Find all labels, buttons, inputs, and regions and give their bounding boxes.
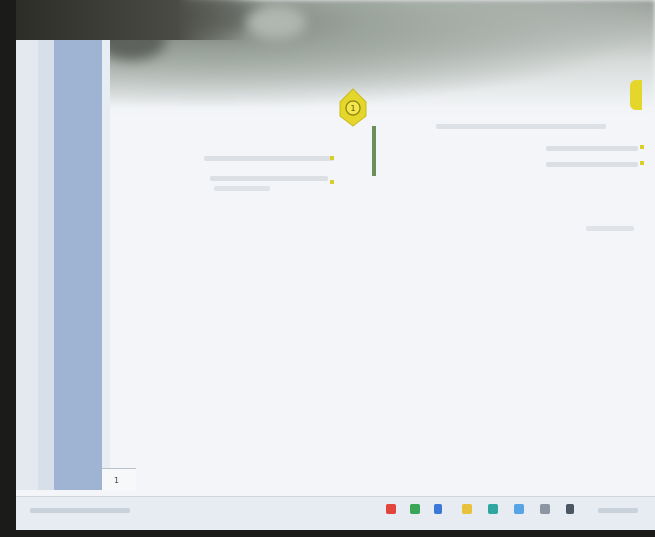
bullet-icon [640, 145, 644, 149]
pin-stem [372, 126, 376, 176]
monitor-bottom-bezel [0, 530, 655, 537]
left-block-heading [300, 122, 340, 130]
banner-blur-shape [246, 5, 306, 40]
bullet-icon [330, 156, 334, 160]
taskbar-left-tray[interactable] [30, 508, 130, 513]
app-teal-icon[interactable] [488, 504, 498, 514]
monitor-stand-shadow [16, 0, 246, 40]
right-block-bullet-2 [546, 162, 638, 167]
app-ribbon-edge [16, 40, 38, 490]
app-dark-icon[interactable] [566, 504, 574, 514]
map-pin-right-icon [630, 80, 642, 110]
bullet-icon [640, 161, 644, 165]
right-block-bullet-1 [546, 146, 638, 151]
taskbar [16, 496, 655, 531]
left-block-bullet-2-cont [214, 186, 270, 191]
map-pin-icon: 1 [339, 88, 367, 127]
left-block-bullet-1 [204, 156, 334, 161]
system-tray[interactable] [598, 508, 638, 513]
bullet-icon [330, 180, 334, 184]
pin-number: 1 [350, 104, 355, 113]
app-left-pane [38, 40, 54, 490]
right-block-note [586, 226, 634, 231]
app-yellow-icon[interactable] [462, 504, 472, 514]
app-gray-icon[interactable] [540, 504, 550, 514]
slide-number: 1 [114, 476, 120, 485]
right-block-heading [436, 124, 606, 129]
app-green-icon[interactable] [410, 504, 420, 514]
monitor-left-bezel [0, 0, 16, 537]
app-blue-icon[interactable] [434, 504, 442, 514]
left-block-bullet-2 [210, 176, 328, 181]
app-lightblue-icon[interactable] [514, 504, 524, 514]
app-red-icon[interactable] [386, 504, 396, 514]
